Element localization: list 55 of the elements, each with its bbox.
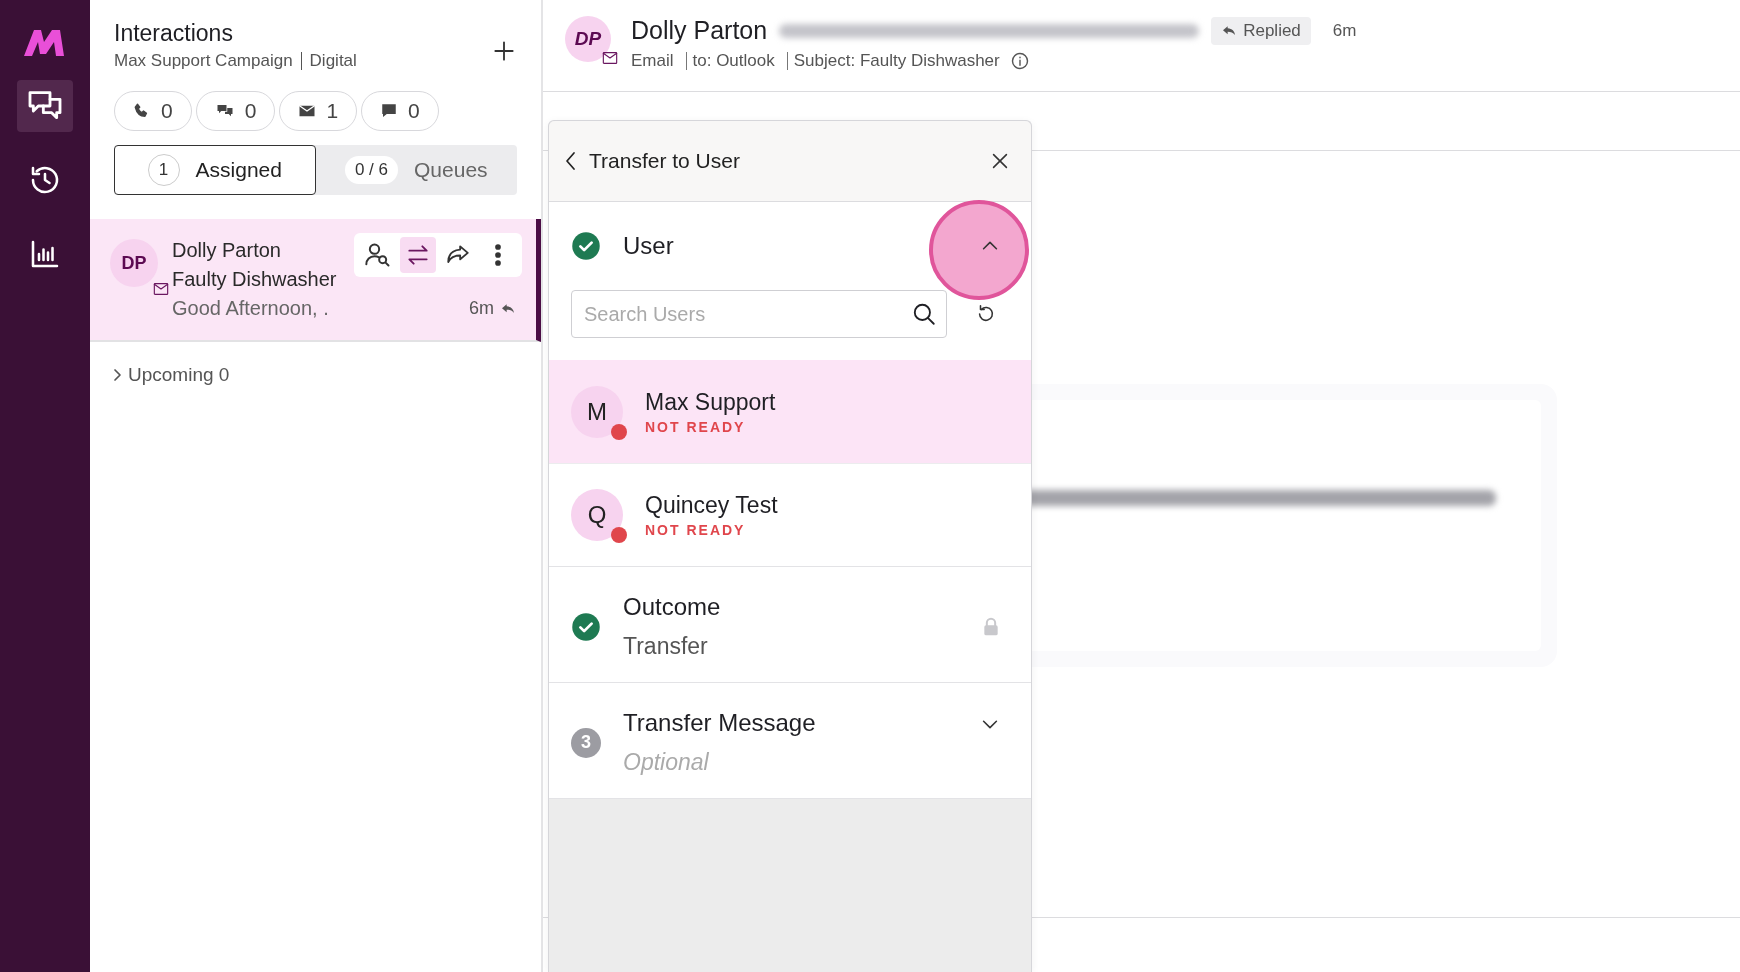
nav-button[interactable]	[17, 80, 73, 132]
contact-name: Dolly Parton	[172, 239, 281, 262]
user-name: Max Support	[645, 389, 776, 416]
tab[interactable]: 0 / 6 Queues	[315, 145, 517, 195]
step-title: User	[623, 232, 675, 260]
channel-counter[interactable]: 0	[195, 91, 276, 131]
preview-text: Good Afternoon, .	[172, 297, 329, 320]
chevron-right-icon	[112, 366, 124, 384]
channel-text: Email	[631, 51, 674, 71]
avatar: Q	[571, 489, 623, 541]
channel-counter[interactable]: 1	[279, 91, 358, 131]
logo-icon	[24, 28, 66, 56]
more-icon	[494, 243, 502, 267]
time-text: 6m	[469, 298, 494, 319]
avatar: DP	[110, 239, 158, 287]
lock-icon	[981, 615, 1001, 638]
interaction-item[interactable]: DP Dolly Parton Faulty Dishwasher Good Afternoon, . 6m	[90, 219, 541, 342]
recipient-text: to: Outlook	[692, 51, 775, 71]
search-field[interactable]: Search Users	[571, 290, 947, 338]
panel-title: Interactions	[114, 20, 234, 47]
upcoming-toggle[interactable]: Upcoming 0	[112, 364, 541, 386]
message-icon	[380, 102, 399, 120]
time-text: 6m	[1332, 20, 1357, 41]
tab[interactable]: 1 Assigned	[114, 145, 316, 195]
channel-name: Digital	[309, 51, 357, 71]
user-search-icon	[363, 241, 393, 269]
avatar: DP	[565, 16, 611, 62]
user-name: Quincey Test	[645, 492, 778, 519]
subject-text: Faulty Dishwasher	[172, 268, 337, 291]
tab-label: Queues	[414, 158, 488, 182]
tab-label: Assigned	[195, 158, 282, 182]
transfer-button[interactable]	[400, 237, 436, 273]
step-number: 3	[571, 727, 601, 758]
step-title: Transfer Message	[623, 709, 817, 737]
user-status: NOT READY	[645, 419, 747, 435]
info-icon	[1009, 51, 1030, 71]
channel-counter[interactable]: 0	[114, 91, 192, 131]
step-value: Optional	[623, 749, 710, 776]
user-item[interactable]: M Max Support NOT READY	[549, 360, 1031, 463]
envelope-outline-icon	[152, 281, 170, 297]
count-badge: 0 / 6	[344, 156, 398, 184]
step-title: Outcome	[623, 593, 722, 621]
search-icon	[911, 301, 937, 327]
envelope-outline-icon	[601, 50, 619, 66]
transfer-arrows-icon	[405, 242, 431, 268]
status-text: Replied	[1243, 20, 1301, 41]
campaign-name: Max Support Campaign	[114, 51, 293, 71]
count-badge: 1	[147, 154, 180, 186]
step-value: Transfer	[623, 633, 709, 660]
avatar: M	[571, 386, 623, 438]
subject-text: Subject: Faulty Dishwasher	[793, 51, 1000, 71]
channel-counter[interactable]: 0	[361, 91, 439, 131]
user-status: NOT READY	[645, 522, 747, 538]
contact-name: Dolly Parton	[631, 16, 768, 45]
back-button[interactable]: Transfer to User	[563, 149, 740, 173]
